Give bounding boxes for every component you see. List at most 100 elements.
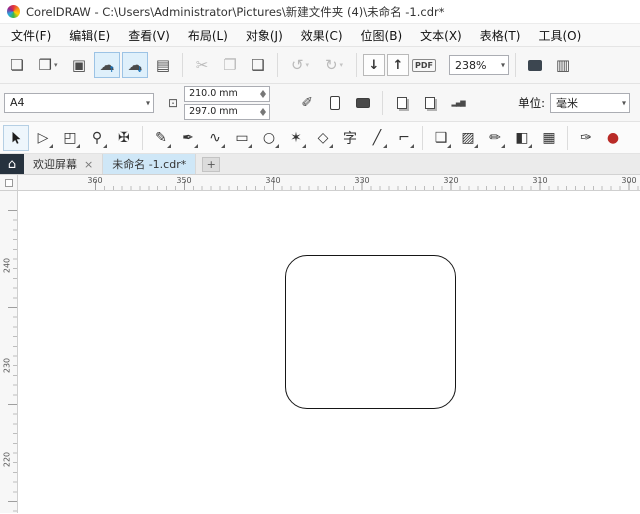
home-tab-button[interactable]: ⌂ [0, 154, 24, 174]
text-tool-icon: 字 [343, 130, 357, 147]
common-shapes-tool[interactable]: ◇ [310, 125, 336, 151]
cloud-upload-button[interactable]: ☁ ↑ [94, 52, 120, 78]
drawing-scale-icon: ✐ [301, 94, 313, 111]
color-eyedropper-tool-icon: ✏ [489, 129, 501, 146]
drawing-canvas[interactable] [18, 191, 640, 513]
redo-button[interactable]: ↻ [318, 52, 350, 78]
horizontal-ruler[interactable]: 360 350 340 330 320 310 300 [18, 175, 640, 190]
zoom-tool[interactable]: ⚲ [84, 125, 110, 151]
ruler-mark: 360 [87, 176, 103, 185]
toolbar-separator [356, 53, 357, 77]
units-combo[interactable]: 毫米 [550, 92, 630, 113]
export-button[interactable]: ↑ [387, 54, 409, 76]
freehand-tool[interactable]: ✎ [148, 125, 174, 151]
color-eyedropper-tool[interactable]: ✏ [482, 125, 508, 151]
ellipse-tool[interactable]: ○ [256, 125, 282, 151]
fullscreen-preview-button[interactable] [522, 52, 548, 78]
drop-shadow-tool[interactable]: ❑ [428, 125, 454, 151]
ruler-mark: 340 [265, 176, 281, 185]
zoom-level-combo[interactable]: 238% [449, 55, 509, 75]
tab-untitled-document[interactable]: 未命名 -1.cdr* [103, 154, 197, 174]
redo-icon: ↻ [324, 55, 338, 74]
landscape-button[interactable] [350, 90, 376, 116]
save-button[interactable]: ▣ [66, 52, 92, 78]
open-folder-icon: ❒ [38, 55, 52, 74]
new-document-button[interactable]: ❏ [4, 52, 30, 78]
toolbox-separator [142, 125, 143, 150]
connector-tool-icon: ⌐ [398, 129, 410, 146]
smart-fill-tool-icon: ▦ [542, 129, 556, 146]
close-icon[interactable]: × [84, 158, 93, 171]
rounded-rectangle-object[interactable] [285, 255, 456, 409]
page-size-preset-value: A4 [10, 96, 25, 109]
menu-tools[interactable]: 工具(O) [529, 24, 590, 46]
outline-pen-tool[interactable]: ✑ [573, 125, 599, 151]
paste-button[interactable]: ❑ [245, 52, 271, 78]
copy-button[interactable]: ❐ [217, 52, 243, 78]
connector-tool[interactable]: ⌐ [391, 125, 417, 151]
menu-layout[interactable]: 布局(L) [179, 24, 237, 46]
crop-tool[interactable]: ◰ [57, 125, 83, 151]
print-button[interactable]: ▤ [150, 52, 176, 78]
publish-pdf-button[interactable]: PDF [411, 52, 437, 78]
page-dimensions-icon: ⊡ [168, 95, 179, 110]
interactive-fill-tool[interactable]: ◧ [509, 125, 535, 151]
pen-tool[interactable]: ✒ [175, 125, 201, 151]
bezier-tool[interactable]: ∿ [202, 125, 228, 151]
menu-file[interactable]: 文件(F) [2, 24, 60, 46]
cut-button[interactable]: ✂ [189, 52, 215, 78]
zoom-tool-icon: ⚲ [91, 129, 103, 146]
rectangle-tool[interactable]: ▭ [229, 125, 255, 151]
page-sort-icon: ▂▄▆ [451, 98, 465, 107]
pan-tool-icon: ✠ [118, 129, 130, 146]
page-width-input[interactable]: 210.0 mm [184, 85, 271, 102]
pick-tool[interactable] [3, 124, 29, 151]
main-area: 240 230 220 [0, 191, 640, 513]
crop-tool-icon: ◰ [63, 129, 77, 146]
menu-view[interactable]: 查看(V) [119, 24, 179, 46]
current-page-button[interactable] [417, 90, 443, 116]
toolbar-separator [382, 90, 384, 115]
all-pages-button[interactable] [389, 90, 415, 116]
landscape-icon [356, 97, 371, 108]
fill-color-tool[interactable]: ● [600, 125, 626, 151]
outline-pen-tool-icon: ✑ [580, 129, 592, 146]
show-rulers-button[interactable]: ▥ [550, 52, 576, 78]
toolbox-separator [567, 125, 568, 150]
text-tool[interactable]: 字 [337, 125, 363, 151]
menu-text[interactable]: 文本(X) [411, 24, 471, 46]
current-page-icon [425, 96, 436, 109]
page-height-input[interactable]: 297.0 mm [184, 103, 271, 120]
menu-table[interactable]: 表格(T) [471, 24, 530, 46]
import-button[interactable]: ↓ [363, 54, 385, 76]
pan-tool[interactable]: ✠ [111, 125, 137, 151]
portrait-button[interactable] [322, 90, 348, 116]
polygon-tool[interactable]: ✶ [283, 125, 309, 151]
menu-object[interactable]: 对象(J) [237, 24, 292, 46]
polygon-tool-icon: ✶ [290, 129, 302, 146]
bezier-tool-icon: ∿ [209, 129, 221, 146]
undo-button[interactable]: ↺ [284, 52, 316, 78]
vertical-ruler[interactable]: 240 230 220 [0, 191, 18, 513]
menu-effects[interactable]: 效果(C) [292, 24, 352, 46]
ruler-mark: 300 [621, 176, 637, 185]
tab-label: 欢迎屏幕 [33, 158, 77, 171]
ruler-origin[interactable] [0, 175, 18, 190]
drawing-scale-button[interactable]: ✐ [294, 90, 320, 116]
smart-fill-tool[interactable]: ▦ [536, 125, 562, 151]
shape-tool[interactable]: ▷ [30, 125, 56, 151]
new-document-icon: ❏ [10, 55, 24, 74]
menu-bitmaps[interactable]: 位图(B) [352, 24, 412, 46]
page-dimensions-group: 210.0 mm 297.0 mm [184, 85, 271, 120]
titlebar: CorelDRAW - C:\Users\Administrator\Pictu… [0, 0, 640, 24]
dimension-tool[interactable]: ╱ [364, 125, 390, 151]
tab-welcome-screen[interactable]: 欢迎屏幕 × [24, 154, 104, 174]
open-button[interactable]: ❒ [32, 52, 64, 78]
toolbar-separator [277, 53, 278, 77]
page-sort-button[interactable]: ▂▄▆ [445, 90, 471, 116]
page-size-preset-combo[interactable]: A4 [4, 92, 154, 113]
transparency-tool[interactable]: ▨ [455, 125, 481, 151]
menu-edit[interactable]: 编辑(E) [60, 24, 119, 46]
cloud-download-button[interactable]: ☁ ↓ [122, 52, 148, 78]
new-tab-button[interactable]: + [202, 157, 221, 172]
